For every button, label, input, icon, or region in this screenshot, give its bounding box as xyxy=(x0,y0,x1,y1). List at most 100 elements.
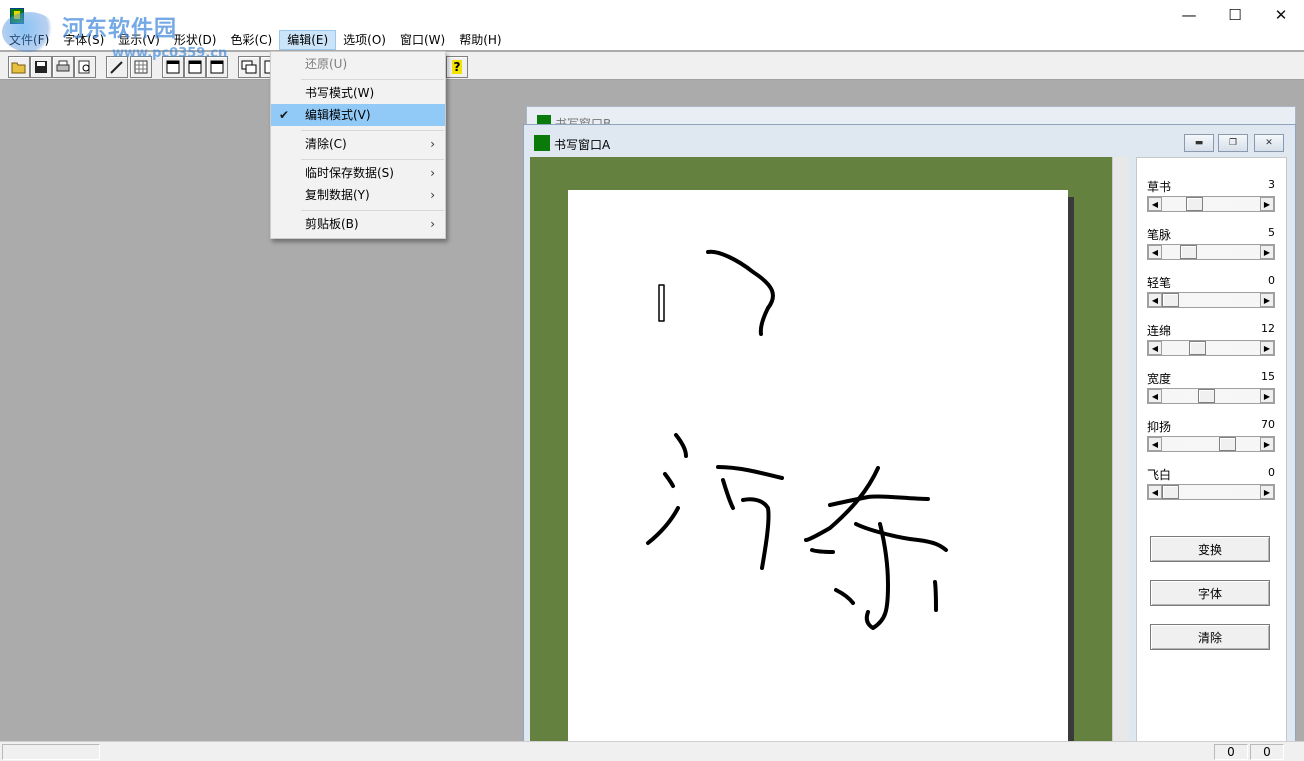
slider-modulation[interactable]: ◀ ▶ xyxy=(1147,436,1275,452)
control-label: 宽度 xyxy=(1147,372,1172,386)
slider-right-arrow-icon[interactable]: ▶ xyxy=(1260,341,1274,355)
slider-right-arrow-icon[interactable]: ▶ xyxy=(1260,437,1274,451)
slider-left-arrow-icon[interactable]: ◀ xyxy=(1148,389,1162,403)
slider-thumb[interactable] xyxy=(1186,197,1204,211)
menu-options[interactable]: 选项(O) xyxy=(336,30,393,50)
slider-thumb[interactable] xyxy=(1188,341,1206,355)
print-preview-button[interactable] xyxy=(74,56,96,78)
menu-edit[interactable]: 编辑(E) xyxy=(279,30,337,50)
slider-left-arrow-icon[interactable]: ◀ xyxy=(1148,245,1162,259)
menu-separator xyxy=(301,159,444,160)
submenu-arrow-icon: › xyxy=(430,188,435,202)
menu-separator xyxy=(301,130,444,131)
maximize-icon: ☐ xyxy=(1228,6,1242,24)
writing-window-a[interactable]: 书写窗口A ▬ ❐ ✕ 草书 3 ◀ ▶ 笔脉 5 ◀ ▶ 轻笔 0 ◀ ▶ 连… xyxy=(523,124,1296,757)
help-button[interactable]: ? xyxy=(446,56,468,78)
grid-icon xyxy=(134,60,148,74)
slider-pulse[interactable]: ◀ ▶ xyxy=(1147,244,1275,260)
slider-left-arrow-icon[interactable]: ◀ xyxy=(1148,341,1162,355)
control-label: 飞白 xyxy=(1147,468,1172,482)
watermark-url: www.pc0359.cn xyxy=(112,46,228,61)
open-icon xyxy=(11,62,26,74)
slider-right-arrow-icon[interactable]: ▶ xyxy=(1260,293,1274,307)
print-button[interactable] xyxy=(52,56,74,78)
mdi-restore-button[interactable]: ❐ xyxy=(1218,134,1248,152)
close-icon: ✕ xyxy=(1265,138,1273,148)
slider-light-stroke[interactable]: ◀ ▶ xyxy=(1147,292,1275,308)
menu-separator xyxy=(301,210,444,211)
slider-flying-white[interactable]: ◀ ▶ xyxy=(1147,484,1275,500)
control-label: 抑扬 xyxy=(1147,420,1172,434)
slider-left-arrow-icon[interactable]: ◀ xyxy=(1148,485,1162,499)
open-button[interactable] xyxy=(8,56,30,78)
writing-paper[interactable] xyxy=(568,190,1068,750)
minimize-icon: ▬ xyxy=(1194,138,1204,148)
writing-canvas-area[interactable] xyxy=(530,157,1128,757)
submenu-arrow-icon: › xyxy=(430,217,435,231)
help-icon: ? xyxy=(451,60,463,74)
cascade-button[interactable] xyxy=(238,56,260,78)
menu-item-clear[interactable]: 清除(C) › xyxy=(271,133,445,155)
control-label: 连绵 xyxy=(1147,324,1172,338)
control-label: 轻笔 xyxy=(1147,276,1172,290)
slider-right-arrow-icon[interactable]: ▶ xyxy=(1260,389,1274,403)
control-value: 70 xyxy=(1261,418,1275,431)
minimize-button[interactable]: — xyxy=(1166,0,1212,30)
menu-item-label: 复制数据(Y) xyxy=(305,188,370,202)
slider-thumb[interactable] xyxy=(1179,245,1197,259)
slider-left-arrow-icon[interactable]: ◀ xyxy=(1148,437,1162,451)
vertical-scrollbar[interactable] xyxy=(1112,157,1129,745)
menu-separator xyxy=(301,79,444,80)
watermark-logo xyxy=(2,12,56,52)
menu-item-undo[interactable]: 还原(U) xyxy=(271,53,445,75)
pen-icon xyxy=(110,61,123,74)
cascade-icon xyxy=(241,60,257,74)
control-value: 15 xyxy=(1261,370,1275,383)
menu-item-label: 书写模式(W) xyxy=(305,86,375,100)
clear-button[interactable]: 清除 xyxy=(1150,624,1270,650)
mdi-close-button[interactable]: ✕ xyxy=(1254,134,1284,152)
window-title-bar[interactable]: 书写窗口A ▬ ❐ ✕ xyxy=(524,125,1295,155)
menu-help[interactable]: 帮助(H) xyxy=(452,30,508,50)
slider-cursive[interactable]: ◀ ▶ xyxy=(1147,196,1275,212)
save-button[interactable] xyxy=(30,56,52,78)
menu-item-write-mode[interactable]: 书写模式(W) xyxy=(271,82,445,104)
menu-item-copy-data[interactable]: 复制数据(Y) › xyxy=(271,184,445,206)
status-bar: 0 0 xyxy=(0,741,1304,761)
menu-color[interactable]: 色彩(C) xyxy=(223,30,279,50)
print-preview-icon xyxy=(78,60,90,74)
slider-right-arrow-icon[interactable]: ▶ xyxy=(1260,245,1274,259)
menu-item-edit-mode[interactable]: ✔ 编辑模式(V) xyxy=(271,104,445,126)
transform-button[interactable]: 变换 xyxy=(1150,536,1270,562)
slider-thumb[interactable] xyxy=(1162,485,1179,499)
watermark-text: 河东软件园 xyxy=(62,16,178,42)
minimize-icon: — xyxy=(1181,6,1197,24)
handwriting-strokes xyxy=(646,249,948,630)
maximize-button[interactable]: ☐ xyxy=(1212,0,1258,30)
menu-window[interactable]: 窗口(W) xyxy=(393,30,452,50)
slider-thumb[interactable] xyxy=(1198,389,1216,403)
slider-left-arrow-icon[interactable]: ◀ xyxy=(1148,197,1162,211)
mdi-minimize-button[interactable]: ▬ xyxy=(1184,134,1214,152)
font-button[interactable]: 字体 xyxy=(1150,580,1270,606)
status-cell-y: 0 xyxy=(1250,744,1284,760)
control-label: 笔脉 xyxy=(1147,228,1172,242)
slider-thumb[interactable] xyxy=(1162,293,1179,307)
restore-icon: ❐ xyxy=(1228,138,1238,148)
menu-item-temp-save[interactable]: 临时保存数据(S) › xyxy=(271,162,445,184)
window-icon xyxy=(188,60,202,74)
save-icon xyxy=(35,61,47,73)
control-value: 0 xyxy=(1268,466,1275,479)
slider-continuity[interactable]: ◀ ▶ xyxy=(1147,340,1275,356)
slider-right-arrow-icon[interactable]: ▶ xyxy=(1260,485,1274,499)
status-panel xyxy=(2,744,100,760)
edit-menu-dropdown: 还原(U) 书写模式(W) ✔ 编辑模式(V) 清除(C) › 临时保存数据(S)… xyxy=(270,51,446,239)
slider-width[interactable]: ◀ ▶ xyxy=(1147,388,1275,404)
close-icon: ✕ xyxy=(1274,6,1288,24)
slider-right-arrow-icon[interactable]: ▶ xyxy=(1260,197,1274,211)
slider-thumb[interactable] xyxy=(1218,437,1236,451)
checkmark-icon: ✔ xyxy=(279,108,290,122)
close-button[interactable]: ✕ xyxy=(1258,0,1304,30)
menu-item-clipboard[interactable]: 剪贴板(B) › xyxy=(271,213,445,235)
slider-left-arrow-icon[interactable]: ◀ xyxy=(1148,293,1162,307)
